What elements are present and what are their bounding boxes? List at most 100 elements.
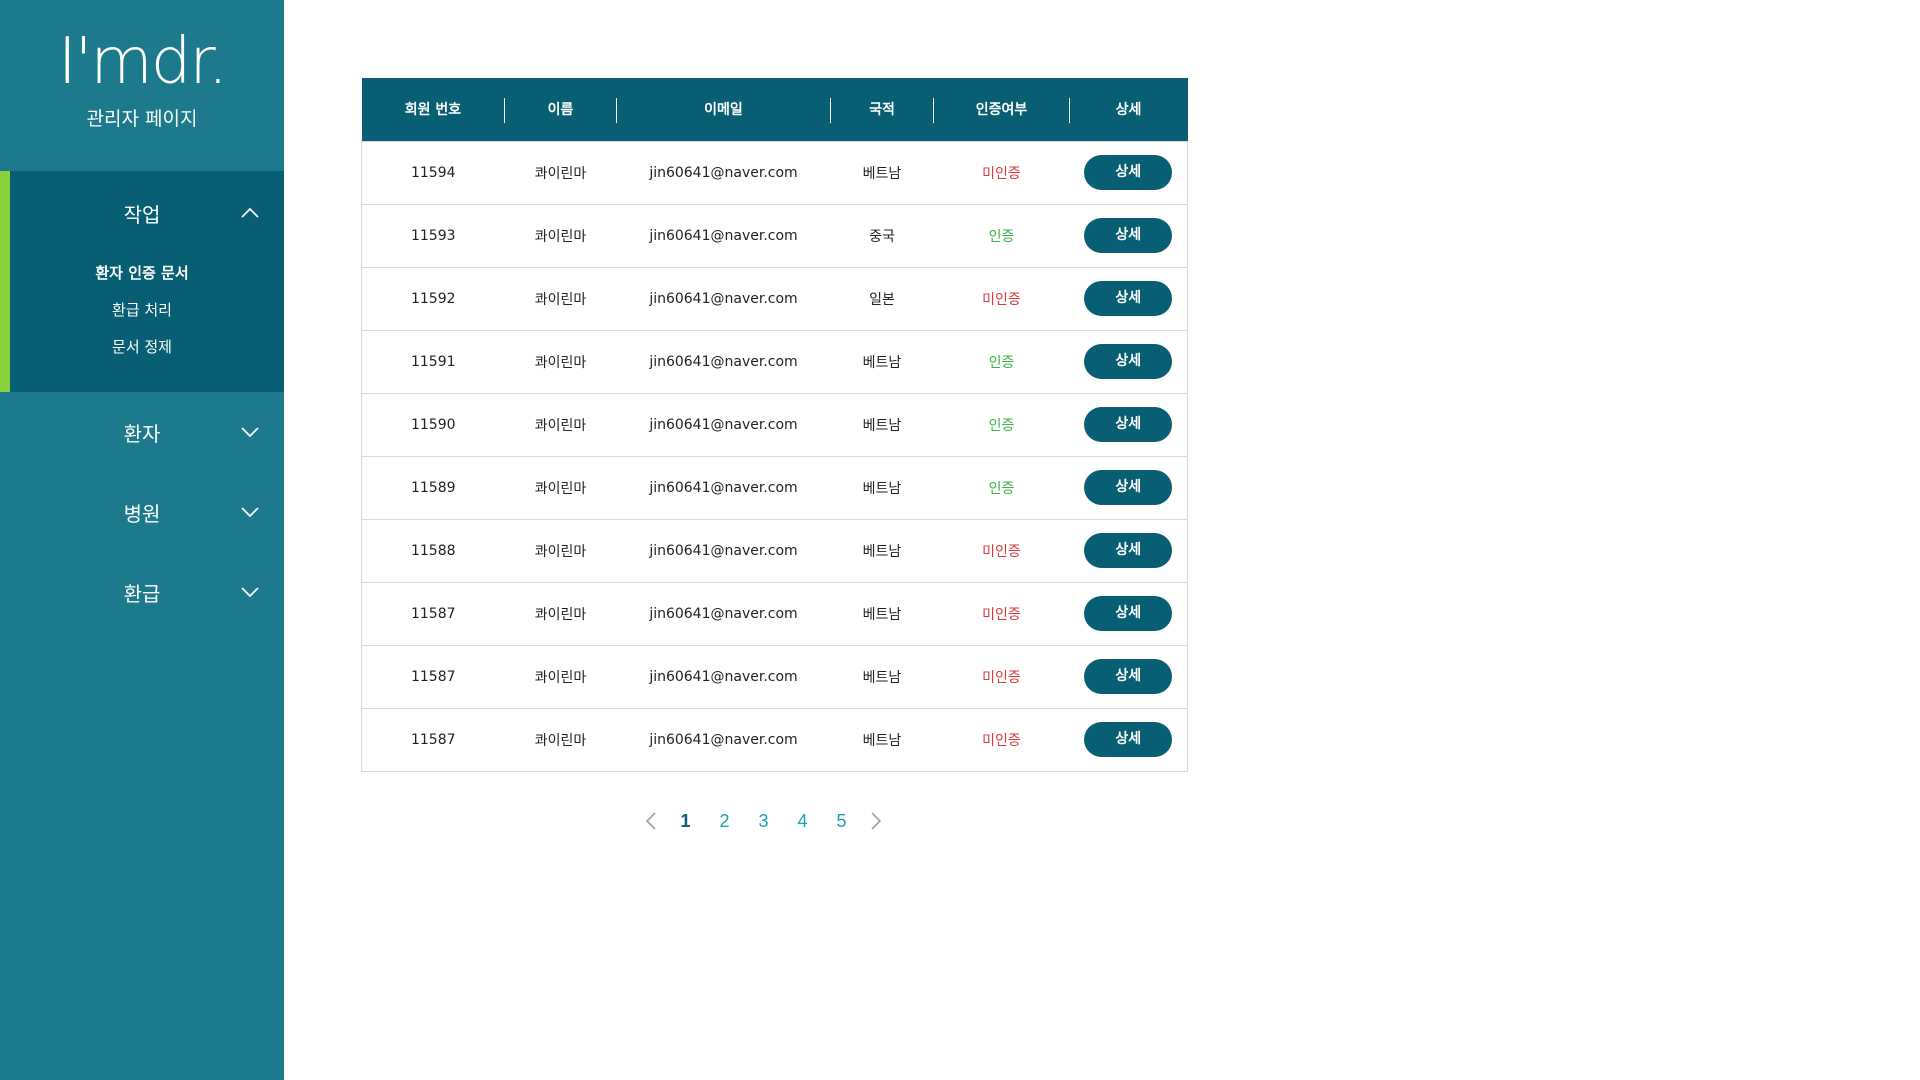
verification-status-cell: 미인증 — [933, 581, 1070, 646]
chevron-down-icon[interactable] — [240, 505, 260, 519]
name-cell: 콰이린마 — [504, 329, 617, 394]
column-header: 회원 번호 — [362, 78, 505, 141]
verification-status-cell: 미인증 — [933, 518, 1070, 583]
detail-button[interactable]: 상세 — [1084, 722, 1173, 757]
chevron-left-icon[interactable] — [640, 810, 662, 832]
detail-cell: 상세 — [1069, 140, 1188, 205]
email-cell: jin60641@naver.com — [616, 707, 831, 772]
member-id-cell: 11587 — [361, 581, 505, 646]
name-cell: 콰이린마 — [504, 707, 617, 772]
table-header: 회원 번호 이름 이메일 국적 인증여부 상세 — [361, 78, 1188, 141]
detail-button[interactable]: 상세 — [1084, 533, 1173, 568]
nationality-cell: 베트남 — [830, 329, 934, 394]
table-row: 11590 콰이린마 jin60641@naver.com 베트남 인증 상세 — [361, 392, 1188, 457]
column-header-label: 이름 — [547, 102, 574, 119]
column-header: 이메일 — [617, 78, 831, 141]
column-header-label: 상세 — [1115, 102, 1142, 119]
detail-button[interactable]: 상세 — [1084, 344, 1173, 379]
nationality-cell: 베트남 — [830, 707, 934, 772]
nationality-cell: 베트남 — [830, 392, 934, 457]
column-header-label: 이메일 — [704, 102, 743, 119]
member-id-cell: 11587 — [361, 707, 505, 772]
nationality-cell: 베트남 — [830, 140, 934, 205]
menu-header[interactable]: 환자 — [0, 392, 284, 472]
email-cell: jin60641@naver.com — [616, 203, 831, 268]
detail-cell: 상세 — [1069, 455, 1188, 520]
name-cell: 콰이린마 — [504, 518, 617, 583]
submenu-item[interactable]: 문서 정제 — [0, 329, 284, 366]
pagination: 12345 — [640, 806, 887, 836]
detail-cell: 상세 — [1069, 707, 1188, 772]
member-id-cell: 11588 — [361, 518, 505, 583]
brand-logo[interactable]: I'mdr. — [0, 30, 284, 94]
detail-button[interactable]: 상세 — [1084, 470, 1173, 505]
table-row: 11591 콰이린마 jin60641@naver.com 베트남 인증 상세 — [361, 329, 1188, 394]
table-row: 11589 콰이린마 jin60641@naver.com 베트남 인증 상세 — [361, 455, 1188, 520]
menu-header[interactable]: 환급 — [0, 552, 284, 632]
member-id-cell: 11593 — [361, 203, 505, 268]
nationality-cell: 베트남 — [830, 644, 934, 709]
name-cell: 콰이린마 — [504, 644, 617, 709]
nationality-cell: 베트남 — [830, 581, 934, 646]
page-number[interactable]: 1 — [666, 811, 705, 832]
chevron-down-icon[interactable] — [240, 425, 260, 439]
detail-cell: 상세 — [1069, 392, 1188, 457]
detail-cell: 상세 — [1069, 644, 1188, 709]
detail-button[interactable]: 상세 — [1084, 407, 1173, 442]
column-header: 이름 — [505, 78, 617, 141]
column-header: 상세 — [1070, 78, 1188, 141]
sidebar-menu: 작업 환자 인증 문서 환급 처리 문서 정제환자병원 환급 — [0, 171, 284, 632]
chevron-right-icon[interactable] — [865, 810, 887, 832]
menu-header[interactable]: 병원 — [0, 472, 284, 552]
status-badge: 미인증 — [982, 543, 1021, 560]
menu-header[interactable]: 작업 — [0, 171, 284, 255]
status-badge: 미인증 — [982, 606, 1021, 623]
name-cell: 콰이린마 — [504, 266, 617, 331]
detail-button[interactable]: 상세 — [1084, 596, 1173, 631]
verification-status-cell: 미인증 — [933, 266, 1070, 331]
nationality-cell: 베트남 — [830, 518, 934, 583]
name-cell: 콰이린마 — [504, 455, 617, 520]
member-id-cell: 11589 — [361, 455, 505, 520]
detail-button[interactable]: 상세 — [1084, 218, 1173, 253]
detail-cell: 상세 — [1069, 203, 1188, 268]
detail-button[interactable]: 상세 — [1084, 155, 1173, 190]
sidebar: I'mdr. 관리자 페이지 작업 환자 인증 문서 환급 처리 문서 정제 환자 병원 환… — [0, 0, 284, 1080]
status-badge: 미인증 — [982, 669, 1021, 686]
verification-status-cell: 인증 — [933, 455, 1070, 520]
submenu-item[interactable]: 환자 인증 문서 — [0, 255, 284, 292]
page-number[interactable]: 5 — [822, 811, 861, 832]
detail-button[interactable]: 상세 — [1084, 281, 1173, 316]
detail-cell: 상세 — [1069, 329, 1188, 394]
menu-group: 작업 환자 인증 문서 환급 처리 문서 정제 — [0, 171, 284, 392]
chevron-up-icon[interactable] — [240, 206, 260, 220]
name-cell: 콰이린마 — [504, 392, 617, 457]
table-body: 11594 콰이린마 jin60641@naver.com 베트남 미인증 상세 11593… — [361, 140, 1188, 772]
name-cell: 콰이린마 — [504, 581, 617, 646]
table-row: 11587 콰이린마 jin60641@naver.com 베트남 미인증 상세 — [361, 707, 1188, 772]
verification-status-cell: 인증 — [933, 203, 1070, 268]
submenu-item[interactable]: 환급 처리 — [0, 292, 284, 329]
page-number[interactable]: 3 — [744, 811, 783, 832]
email-cell: jin60641@naver.com — [616, 644, 831, 709]
detail-button[interactable]: 상세 — [1084, 659, 1173, 694]
verification-status-cell: 미인증 — [933, 140, 1070, 205]
member-id-cell: 11590 — [361, 392, 505, 457]
status-badge: 미인증 — [982, 291, 1021, 308]
page-number[interactable]: 4 — [783, 811, 822, 832]
page-number[interactable]: 2 — [705, 811, 744, 832]
table-row: 11587 콰이린마 jin60641@naver.com 베트남 미인증 상세 — [361, 644, 1188, 709]
detail-cell: 상세 — [1069, 581, 1188, 646]
brand: I'mdr. 관리자 페이지 — [0, 0, 284, 171]
chevron-down-icon[interactable] — [240, 585, 260, 599]
table-row: 11587 콰이린마 jin60641@naver.com 베트남 미인증 상세 — [361, 581, 1188, 646]
verification-status-cell: 인증 — [933, 392, 1070, 457]
menu-header-label: 환자 — [123, 421, 161, 446]
status-badge: 인증 — [988, 480, 1015, 497]
nationality-cell: 베트남 — [830, 455, 934, 520]
nationality-cell: 중국 — [830, 203, 934, 268]
member-id-cell: 11587 — [361, 644, 505, 709]
member-id-cell: 11592 — [361, 266, 505, 331]
email-cell: jin60641@naver.com — [616, 392, 831, 457]
table-row: 11592 콰이린마 jin60641@naver.com 일본 미인증 상세 — [361, 266, 1188, 331]
